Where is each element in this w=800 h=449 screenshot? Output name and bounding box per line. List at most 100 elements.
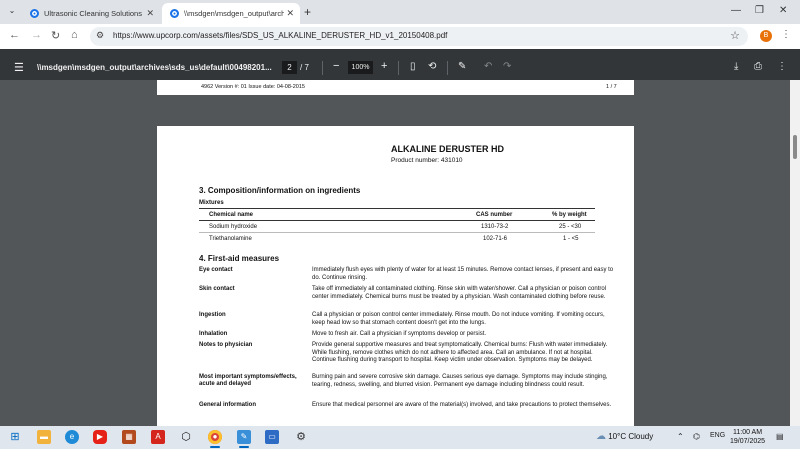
first-aid-label: Inhalation — [199, 331, 228, 337]
pdf-page-1: 4962 Version #: 01 Issue date: 04-08-201… — [157, 80, 634, 95]
weather-widget[interactable]: ☁ 10°C Cloudy — [596, 431, 653, 442]
first-aid-text: Take off immediately all contaminated cl… — [312, 286, 607, 300]
remote-desktop-icon[interactable]: ▭ — [265, 430, 279, 444]
chrome-icon[interactable]: ● — [208, 430, 222, 444]
table-cell: 25 - <30 — [559, 224, 582, 230]
column-header: % by weight — [552, 212, 587, 218]
tab-title: Ultrasonic Cleaning Solutions & — [44, 9, 144, 18]
taskbar: ⊞ ▬ e ▶ ▦ A ⬡ ● ✎ ▭ ⚙ ☁ 10°C Cloudy ⌃ ⌬ … — [0, 426, 800, 449]
fit-page-icon[interactable]: ▯ — [410, 61, 416, 72]
browser-toolbar: ← → ↻ ⌂ ⚙ https://www.upcorp.com/assets/… — [0, 24, 800, 49]
tab-pdf[interactable]: \\msdgen\msdgen_output\arch ✕ — [162, 3, 300, 24]
section-3-heading: 3. Composition/information on ingredient… — [199, 186, 361, 195]
pdf-viewer[interactable]: 4962 Version #: 01 Issue date: 04-08-201… — [0, 80, 790, 426]
more-options-icon[interactable]: ⋮ — [777, 61, 787, 72]
product-number: Product number: 431010 — [391, 157, 463, 164]
undo-icon[interactable]: ↶ — [484, 61, 492, 72]
first-aid-text: Call a physician or poison control cente… — [312, 312, 605, 326]
profile-avatar[interactable]: B — [760, 30, 772, 42]
page-number-input[interactable]: 2 — [282, 61, 297, 74]
globe-favicon-icon — [30, 9, 39, 18]
paint-icon[interactable]: ✎ — [237, 430, 251, 444]
table-rule — [199, 232, 595, 233]
tab-search-icon[interactable]: ⌄ — [6, 6, 18, 18]
minimize-icon[interactable]: — — [731, 5, 741, 16]
clock-time: 11:00 AM — [732, 429, 763, 436]
new-tab-button[interactable]: + — [304, 5, 311, 19]
weather-text: 10°C Cloudy — [608, 432, 654, 441]
table-cell: Triethanolamine — [209, 236, 252, 242]
address-bar[interactable]: ⚙ https://www.upcorp.com/assets/files/SD… — [90, 27, 748, 46]
url-text[interactable]: https://www.upcorp.com/assets/files/SDS_… — [113, 31, 447, 40]
column-header: CAS number — [476, 212, 513, 218]
3d-box-icon[interactable]: ⬡ — [179, 430, 193, 444]
settings-gear-icon[interactable]: ⚙ — [294, 430, 308, 444]
divider — [447, 61, 448, 75]
download-icon[interactable]: ⤓ — [734, 61, 738, 72]
table-rule — [199, 220, 595, 221]
network-icon[interactable]: ⌬ — [693, 432, 700, 441]
youtube-icon[interactable]: ▶ — [93, 430, 107, 444]
edge-icon[interactable]: e — [65, 430, 79, 444]
pdf-page-2: ALKALINE DERUSTER HD Product number: 431… — [157, 126, 634, 426]
bookmark-star-icon[interactable]: ☆ — [730, 29, 740, 42]
start-windows-icon[interactable]: ⊞ — [8, 430, 22, 444]
browser-menu-icon[interactable]: ⋮ — [781, 29, 791, 40]
back-icon[interactable]: ← — [9, 29, 20, 41]
table-rule — [199, 208, 595, 209]
scrollbar-thumb[interactable] — [793, 135, 797, 159]
table-cell: 1310-73-2 — [481, 224, 509, 230]
home-icon[interactable]: ⌂ — [71, 29, 78, 41]
first-aid-label: Eye contact — [199, 267, 233, 273]
section-4-heading: 4. First-aid measures — [199, 254, 280, 263]
forward-icon[interactable]: → — [31, 29, 42, 41]
table-cell: 1 - <5 — [563, 236, 579, 242]
vertical-scrollbar[interactable] — [790, 80, 800, 426]
globe-favicon-icon — [170, 9, 179, 18]
rotate-icon[interactable]: ⟲ — [428, 61, 436, 72]
close-tab-icon[interactable]: ✕ — [286, 8, 294, 19]
first-aid-text: Move to fresh air. Call a physician if s… — [312, 331, 487, 337]
table-cell: 102-71-6 — [483, 236, 508, 242]
print-icon[interactable]: ⎙ — [754, 61, 762, 72]
first-aid-label: Skin contact — [199, 286, 235, 292]
tray-chevron-icon[interactable]: ⌃ — [677, 432, 684, 441]
table-cell: Sodium hydroxide — [209, 224, 258, 230]
cloud-icon: ☁ — [596, 431, 606, 442]
first-aid-text: Provide general supportive measures and … — [312, 342, 608, 363]
redo-icon[interactable]: ↷ — [503, 61, 511, 72]
mixtures-label: Mixtures — [199, 200, 224, 206]
first-aid-text: Immediately flush eyes with plenty of wa… — [312, 267, 614, 281]
zoom-in-icon[interactable]: + — [381, 60, 387, 72]
active-app-indicator — [239, 446, 249, 448]
zoom-out-icon[interactable]: − — [333, 60, 339, 72]
menu-icon[interactable]: ☰ — [14, 61, 24, 74]
page-total: / 7 — [300, 63, 309, 72]
tab-ultrasonic[interactable]: Ultrasonic Cleaning Solutions & ✕ — [22, 3, 160, 24]
zoom-level-input[interactable]: 100% — [348, 61, 373, 74]
column-header: Chemical name — [209, 212, 254, 218]
divider — [322, 61, 323, 75]
first-aid-label: Most important symptoms/effects, acute a… — [199, 374, 297, 387]
first-aid-label: General information — [199, 402, 257, 408]
tab-strip: ⌄ Ultrasonic Cleaning Solutions & ✕ \\ms… — [0, 0, 800, 24]
first-aid-text: Burning pain and severe corrosive skin d… — [312, 374, 608, 388]
active-app-indicator — [210, 446, 220, 448]
restore-icon[interactable]: ❐ — [755, 5, 764, 16]
close-tab-icon[interactable]: ✕ — [146, 8, 154, 19]
clock-date: 19/07/2025 — [730, 438, 766, 445]
first-aid-text: Ensure that medical personnel are aware … — [312, 402, 612, 408]
file-explorer-icon[interactable]: ▬ — [37, 430, 51, 444]
pdf-toolbar: ☰ \\msdgen\msdgen_output\archives\sds_us… — [0, 56, 800, 80]
site-info-icon[interactable]: ⚙ — [96, 30, 104, 41]
notification-icon[interactable]: ▤ — [776, 432, 784, 441]
first-aid-label: Ingestion — [199, 312, 226, 318]
language-indicator[interactable]: ENG — [710, 432, 725, 439]
system-clock[interactable]: 11:00 AM 19/07/2025 — [730, 428, 765, 446]
close-window-icon[interactable]: ✕ — [779, 5, 787, 16]
product-title: ALKALINE DERUSTER HD — [391, 144, 505, 154]
app-grid-icon[interactable]: ▦ — [122, 430, 136, 444]
reload-icon[interactable]: ↻ — [51, 29, 60, 42]
acrobat-icon[interactable]: A — [151, 430, 165, 444]
annotate-icon[interactable]: ✎ — [458, 61, 466, 72]
